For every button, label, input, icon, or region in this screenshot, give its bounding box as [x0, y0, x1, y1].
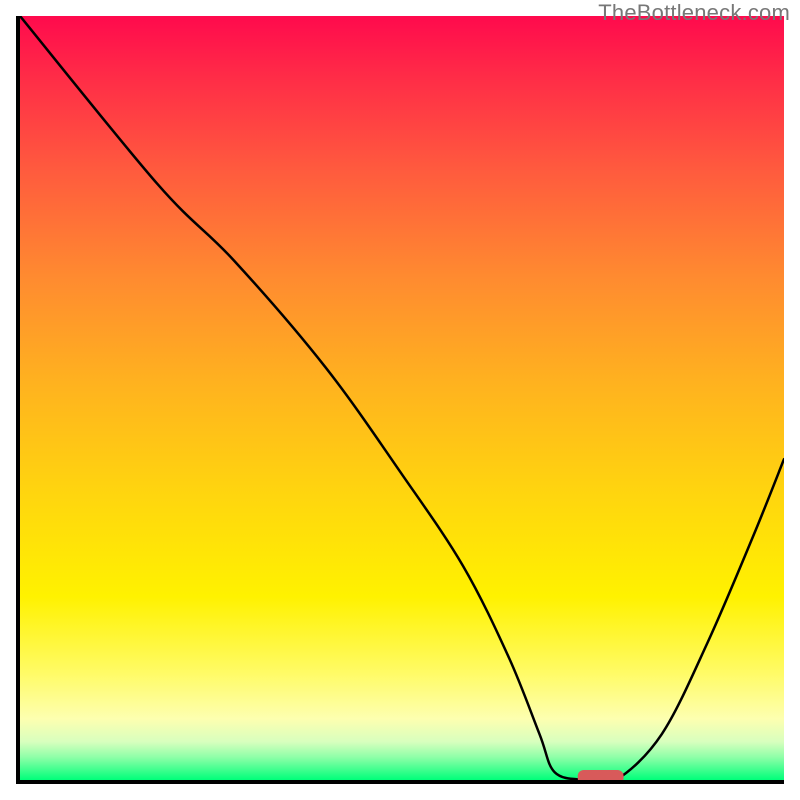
plot-area [16, 16, 784, 784]
curve-layer [20, 16, 784, 780]
bottleneck-curve-line [20, 16, 784, 780]
watermark-text: TheBottleneck.com [598, 0, 790, 26]
optimal-point-marker [578, 770, 624, 780]
bottleneck-chart: TheBottleneck.com [0, 0, 800, 800]
